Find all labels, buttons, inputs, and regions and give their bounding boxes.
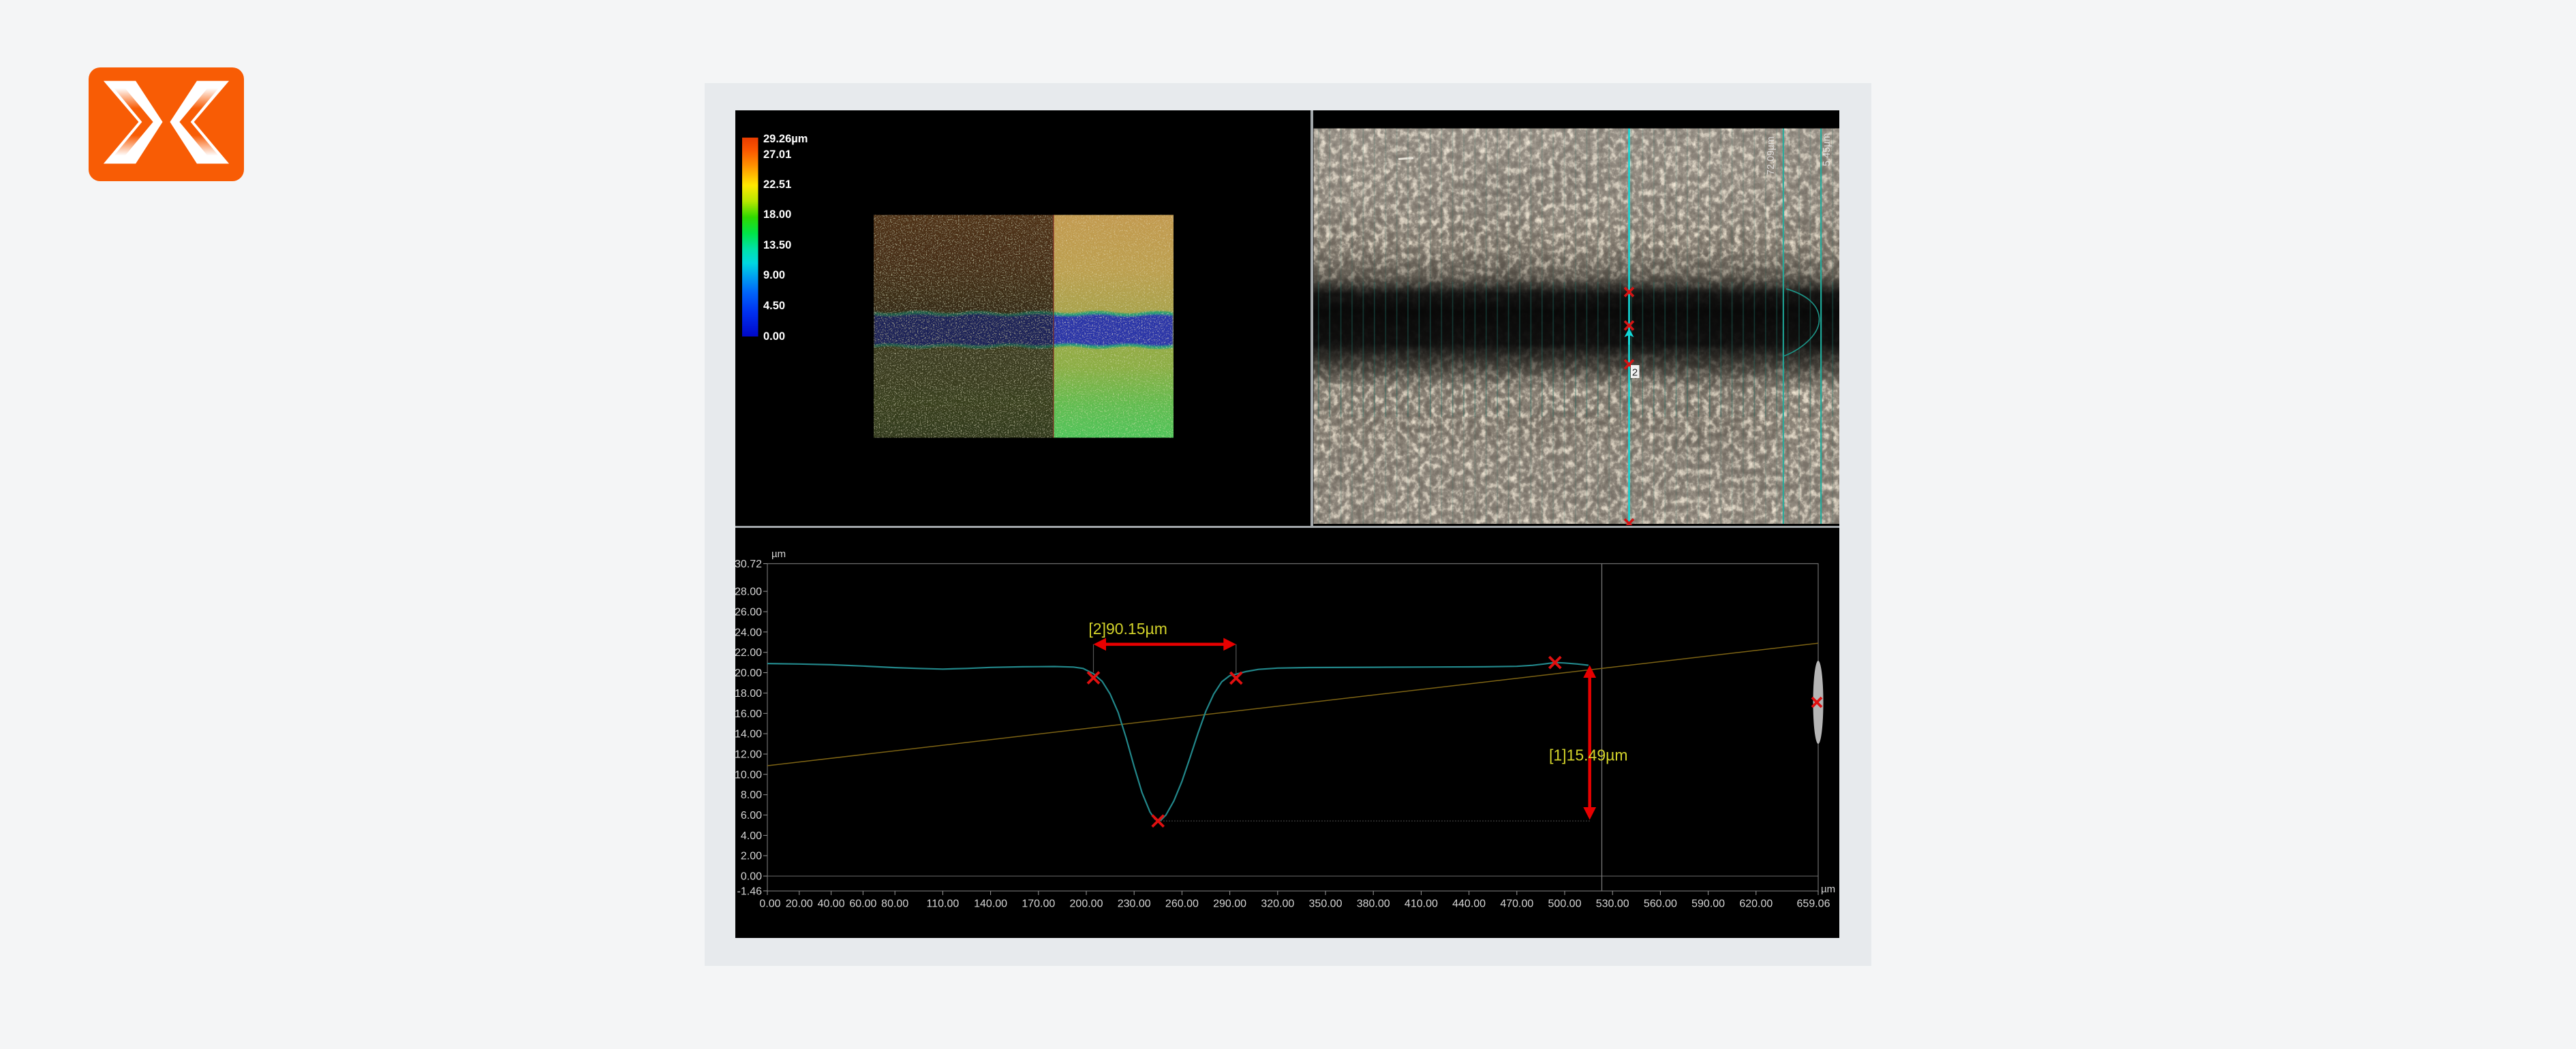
svg-text:10.00: 10.00 [735,769,762,781]
svg-text:0.00: 0.00 [759,898,780,909]
svg-text:170.00: 170.00 [1022,898,1055,909]
svg-text:[2]90.15µm: [2]90.15µm [1088,620,1167,638]
svg-text:9.00: 9.00 [763,269,785,281]
svg-text:200.00: 200.00 [1070,898,1103,909]
svg-text:13.50: 13.50 [763,239,791,251]
svg-text:620.00: 620.00 [1739,898,1773,909]
svg-text:590.00: 590.00 [1691,898,1725,909]
svg-text:27.01: 27.01 [763,148,791,161]
svg-text:20.00: 20.00 [735,668,762,679]
svg-text:22.51: 22.51 [763,178,791,191]
svg-text:230.00: 230.00 [1118,898,1151,909]
svg-text:16.00: 16.00 [735,708,762,719]
svg-text:8.00: 8.00 [741,789,762,801]
svg-text:560.00: 560.00 [1644,898,1677,909]
svg-text:72.09µm: 72.09µm [1766,136,1777,175]
svg-text:[1]15.49µm: [1]15.49µm [1549,746,1628,764]
svg-text:470.00: 470.00 [1500,898,1533,909]
svg-text:440.00: 440.00 [1452,898,1486,909]
svg-text:22.00: 22.00 [735,647,762,659]
svg-text:5.45µm: 5.45µm [1822,133,1833,166]
svg-text:2: 2 [1631,367,1637,379]
svg-text:530.00: 530.00 [1596,898,1629,909]
svg-text:24.00: 24.00 [735,627,762,638]
svg-text:290.00: 290.00 [1213,898,1246,909]
svg-text:29.26µm: 29.26µm [763,133,808,145]
svg-text:µm: µm [771,548,786,560]
svg-text:µm: µm [1821,883,1835,895]
svg-text:40.00: 40.00 [818,898,845,909]
svg-text:14.00: 14.00 [735,728,762,740]
svg-text:0.00: 0.00 [763,330,785,343]
svg-text:320.00: 320.00 [1261,898,1294,909]
svg-text:140.00: 140.00 [974,898,1007,909]
svg-text:500.00: 500.00 [1548,898,1582,909]
svg-text:659.06: 659.06 [1797,898,1830,909]
svg-text:0.00: 0.00 [741,871,762,882]
svg-text:28.00: 28.00 [735,586,762,597]
svg-text:18.00: 18.00 [763,208,791,221]
svg-text:350.00: 350.00 [1309,898,1343,909]
svg-text:18.00: 18.00 [735,687,762,699]
svg-text:-1.46: -1.46 [737,886,763,897]
svg-text:12.00: 12.00 [735,749,762,760]
svg-text:26.00: 26.00 [735,606,762,618]
svg-text:4.50: 4.50 [763,300,785,312]
svg-text:4.00: 4.00 [741,830,762,841]
svg-text:60.00: 60.00 [849,898,876,909]
svg-text:260.00: 260.00 [1165,898,1199,909]
svg-text:80.00: 80.00 [881,898,908,909]
svg-text:30.72: 30.72 [735,559,762,570]
svg-text:380.00: 380.00 [1357,898,1390,909]
svg-text:110.00: 110.00 [927,898,960,909]
svg-text:20.00: 20.00 [786,898,813,909]
svg-text:6.00: 6.00 [741,810,762,821]
svg-text:410.00: 410.00 [1405,898,1438,909]
svg-text:2.00: 2.00 [741,850,762,862]
